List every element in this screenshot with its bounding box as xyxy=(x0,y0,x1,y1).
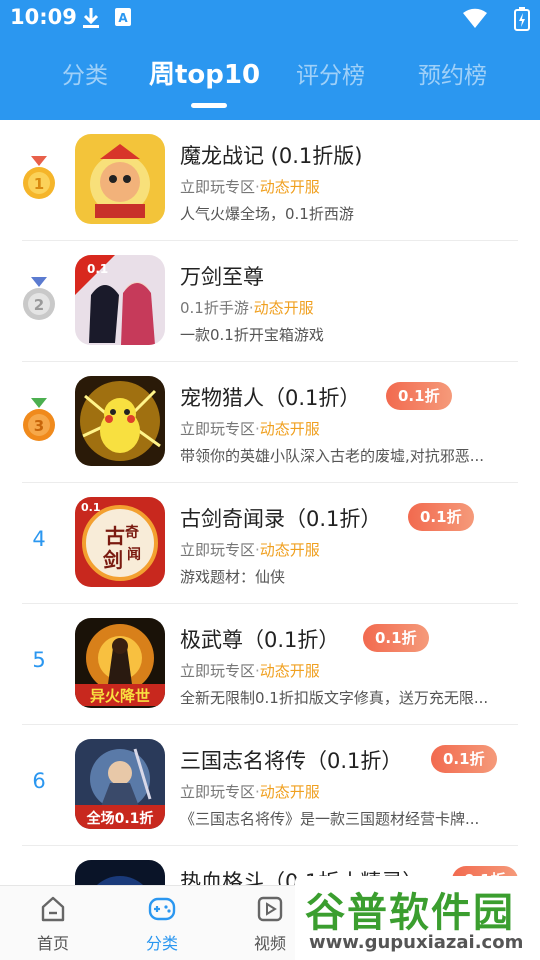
tab-active-indicator xyxy=(191,103,227,108)
game-category: 立即玩专区 xyxy=(180,178,256,196)
category-icon xyxy=(148,895,176,923)
discount-badge: 0.1折 xyxy=(386,382,452,410)
svg-text:剑: 剑 xyxy=(102,548,123,572)
nav-category[interactable]: 分类 xyxy=(117,886,207,960)
svg-text:全场0.1折: 全场0.1折 xyxy=(86,810,154,827)
game-title[interactable]: 极武尊（0.1折） xyxy=(180,624,339,654)
tab-bar: 分类 周top10 评分榜 预约榜 xyxy=(0,54,540,108)
game-server-tag: 动态开服 xyxy=(259,783,320,801)
tab-weekly-top10[interactable]: 周top10 xyxy=(149,54,260,91)
nav-home-label: 首页 xyxy=(36,934,69,953)
game-title[interactable]: 三国志名将传（0.1折） xyxy=(180,745,402,775)
status-time: 10:09 xyxy=(10,5,77,29)
three-kingdoms-game-icon[interactable]: 全场0.1折 xyxy=(75,739,165,829)
list-item[interactable]: 5 异火降世 极武尊（0.1折） 0.1折 立即玩专区·动态开服 全新无限制0.… xyxy=(0,604,540,725)
discount-badge: 0.1折 xyxy=(363,624,429,652)
game-meta: 立即玩专区·动态开服 xyxy=(180,418,320,439)
gold-medal-icon: 1 xyxy=(22,156,56,202)
home-icon xyxy=(39,895,67,923)
game-category: 立即玩专区 xyxy=(180,662,256,680)
tab-rating[interactable]: 评分榜 xyxy=(296,56,365,90)
pet-hunter-game-icon[interactable] xyxy=(75,376,165,466)
sword-supreme-game-icon[interactable]: 0.1 xyxy=(75,255,165,345)
tab-reservation[interactable]: 预约榜 xyxy=(418,56,487,90)
game-description: 游戏题材：仙侠 xyxy=(180,568,286,586)
game-meta: 立即玩专区·动态开服 xyxy=(180,660,320,681)
game-meta: 0.1折手游·动态开服 xyxy=(180,297,314,318)
game-server-tag: 动态开服 xyxy=(259,178,320,196)
game-meta: 立即玩专区·动态开服 xyxy=(180,176,320,197)
tab-category[interactable]: 分类 xyxy=(62,56,108,90)
svg-text:0.1: 0.1 xyxy=(81,501,101,514)
status-bar: 10:09 A xyxy=(0,0,540,36)
game-description: 带领你的英雄小队深入古老的废墟,对抗邪恶... xyxy=(180,447,485,465)
svg-text:古: 古 xyxy=(105,524,125,548)
game-server-tag: 动态开服 xyxy=(259,541,320,559)
rank-number: 6 xyxy=(32,769,46,793)
svg-text:闻: 闻 xyxy=(127,546,141,563)
game-description: 人气火爆全场，0.1折西游 xyxy=(180,205,354,223)
svg-text:1: 1 xyxy=(34,175,44,193)
battery-icon xyxy=(514,7,530,35)
game-category: 0.1折手游 xyxy=(180,299,249,317)
game-description: 全新无限制0.1折扣版文字修真，送万充无限... xyxy=(180,689,489,707)
game-meta: 立即玩专区·动态开服 xyxy=(180,781,320,802)
game-title[interactable]: 宠物猎人（0.1折） xyxy=(180,382,360,412)
game-description: 《三国志名将传》是一款三国题材经营卡牌... xyxy=(180,810,480,828)
game-category: 立即玩专区 xyxy=(180,420,256,438)
game-server-tag: 动态开服 xyxy=(259,662,320,680)
list-item[interactable]: 4 古奇剑闻 0.1 古剑奇闻录（0.1折） 0.1折 立即玩专区·动态开服 游戏… xyxy=(0,483,540,604)
wifi-icon xyxy=(462,7,488,33)
list-item[interactable]: 1 魔龙战记 (0.1折版) 立即玩专区·动态开服 人气火爆全场，0.1折西游 xyxy=(0,120,540,241)
list-item[interactable]: 3 宠物猎人（0.1折） 0.1折 立即玩专区·动态开服 带领你的英雄小队深入古… xyxy=(0,362,540,483)
rank-number: 4 xyxy=(32,527,46,551)
svg-text:0.1: 0.1 xyxy=(87,262,108,276)
hot-blood-fight-game-icon[interactable] xyxy=(75,860,165,885)
game-meta: 立即玩专区·动态开服 xyxy=(180,539,320,560)
silver-medal-icon: 2 xyxy=(22,277,56,323)
game-description: 一款0.1折开宝箱游戏 xyxy=(180,326,324,344)
svg-text:异火降世: 异火降世 xyxy=(90,687,150,705)
ancient-sword-game-icon[interactable]: 古奇剑闻 0.1 xyxy=(75,497,165,587)
bronze-medal-icon: 3 xyxy=(22,398,56,444)
svg-text:A: A xyxy=(118,11,128,25)
watermark: 谷普软件园 www.gupuxiazai.com xyxy=(295,876,540,960)
game-category: 立即玩专区 xyxy=(180,783,256,801)
game-server-tag: 动态开服 xyxy=(253,299,314,317)
rank-number: 5 xyxy=(32,648,46,672)
nav-category-label: 分类 xyxy=(145,934,178,953)
game-server-tag: 动态开服 xyxy=(259,420,320,438)
a-badge-icon: A xyxy=(114,7,132,31)
watermark-text: 谷普软件园 xyxy=(305,890,515,936)
game-title[interactable]: 万剑至尊 xyxy=(180,261,264,291)
nav-home[interactable]: 首页 xyxy=(8,886,98,960)
svg-text:3: 3 xyxy=(34,417,44,435)
watermark-url: www.gupuxiazai.com xyxy=(309,932,524,953)
game-title[interactable]: 古剑奇闻录（0.1折） xyxy=(180,503,381,533)
download-icon xyxy=(82,7,100,33)
video-icon xyxy=(256,895,284,923)
discount-badge: 0.1折 xyxy=(408,503,474,531)
game-ranking-list[interactable]: 1 魔龙战记 (0.1折版) 立即玩专区·动态开服 人气火爆全场，0.1折西游 … xyxy=(0,120,540,885)
header: 10:09 A 分类 周top10 评分榜 预约榜 xyxy=(0,0,540,120)
svg-text:奇: 奇 xyxy=(125,524,139,541)
dragon-warrior-game-icon[interactable] xyxy=(75,134,165,224)
svg-text:2: 2 xyxy=(34,296,44,314)
discount-badge: 0.1折 xyxy=(431,745,497,773)
list-item[interactable]: 6 全场0.1折 三国志名将传（0.1折） 0.1折 立即玩专区·动态开服 《三… xyxy=(0,725,540,846)
martial-supreme-game-icon[interactable]: 异火降世 xyxy=(75,618,165,708)
game-category: 立即玩专区 xyxy=(180,541,256,559)
game-title[interactable]: 魔龙战记 (0.1折版) xyxy=(180,140,362,170)
list-item[interactable]: 2 0.1 万剑至尊 0.1折手游·动态开服 一款0.1折开宝箱游戏 xyxy=(0,241,540,362)
